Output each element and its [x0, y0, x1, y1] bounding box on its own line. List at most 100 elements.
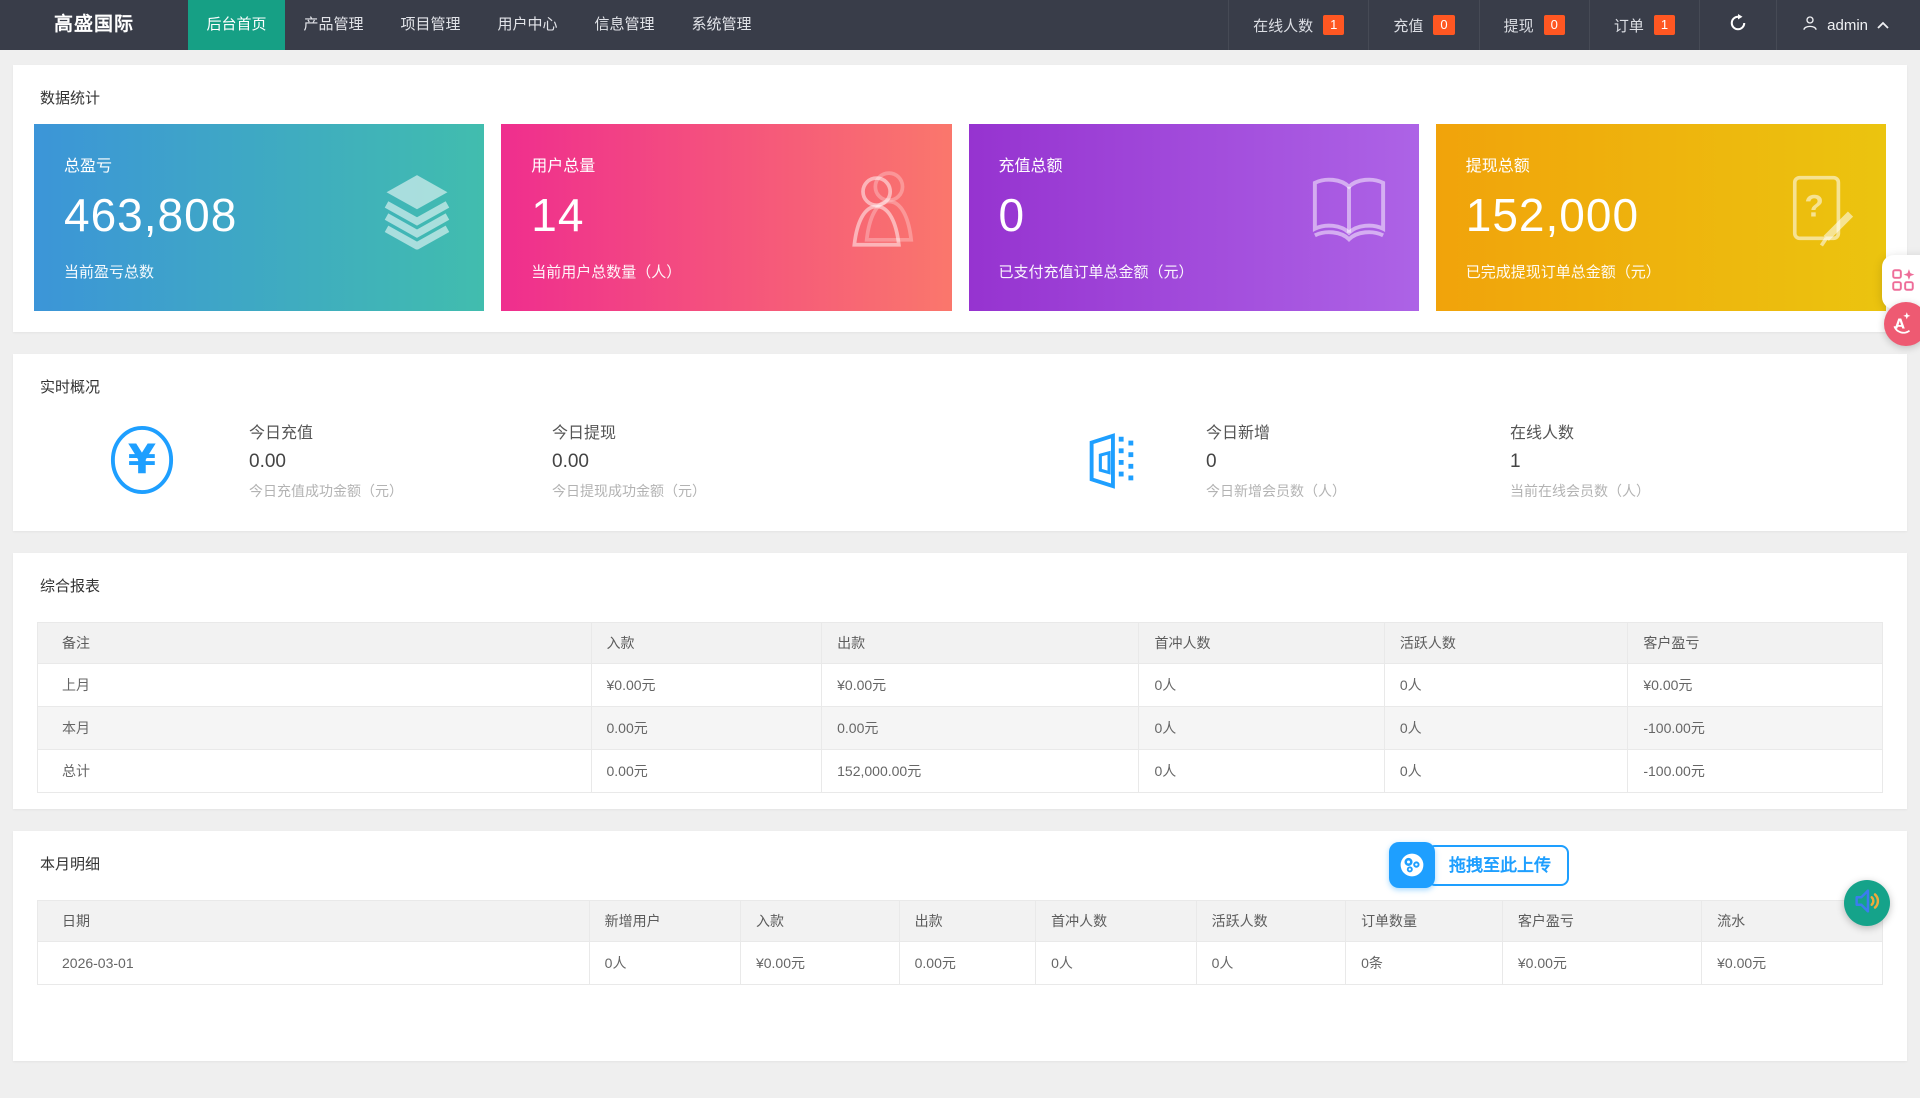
column-header: 活跃人数 — [1384, 623, 1628, 664]
table-cell: 0人 — [1139, 750, 1384, 793]
column-header: 订单数量 — [1346, 901, 1503, 942]
dashboard-content: 数据统计 总盈亏 463,808 当前盈亏总数 用户总量 14 — [0, 50, 1920, 1098]
nav-tab-users[interactable]: 用户中心 — [479, 0, 576, 50]
document-question-icon: ? — [1780, 170, 1858, 255]
stat-caption: 今日充值成功金额（元） — [249, 481, 552, 501]
stats-panel: 数据统计 总盈亏 463,808 当前盈亏总数 用户总量 14 — [13, 65, 1907, 332]
table-cell: 152,000.00元 — [822, 750, 1139, 793]
column-header: 备注 — [38, 623, 592, 664]
nav-tab-products[interactable]: 产品管理 — [285, 0, 382, 50]
status-recharge[interactable]: 充值 0 — [1368, 0, 1478, 50]
column-header: 客户盈亏 — [1628, 623, 1883, 664]
column-header: 出款 — [822, 623, 1139, 664]
status-withdraw[interactable]: 提现 0 — [1479, 0, 1589, 50]
table-cell: 0人 — [589, 942, 740, 985]
table-row: 2026-03-01 0人 ¥0.00元 0.00元 0人 0人 0条 ¥0.0… — [38, 942, 1883, 985]
yuan-circle-icon: ¥ — [34, 424, 249, 496]
extension-apps-widget[interactable] — [1882, 255, 1920, 309]
user-silhouette-icon — [844, 168, 924, 257]
table-cell: ¥0.00元 — [1628, 664, 1883, 707]
user-icon — [1801, 14, 1819, 36]
card-caption: 当前盈亏总数 — [64, 261, 454, 282]
table-cell: 0人 — [1384, 750, 1628, 793]
stat-card-total-users: 用户总量 14 当前用户总数量（人） — [501, 124, 951, 311]
table-cell: 0人 — [1196, 942, 1345, 985]
stat-caption: 今日提现成功金额（元） — [552, 481, 1016, 501]
apps-sparkle-icon — [1890, 267, 1916, 298]
stats-panel-title: 数据统计 — [13, 65, 1907, 124]
column-header: 活跃人数 — [1196, 901, 1345, 942]
status-badge: 0 — [1544, 15, 1565, 35]
user-menu[interactable]: admin — [1776, 0, 1920, 50]
svg-text:¥: ¥ — [127, 436, 155, 484]
table-cell: 总计 — [38, 750, 592, 793]
stat-label: 在线人数 — [1510, 419, 1886, 443]
table-cell: ¥0.00元 — [591, 664, 822, 707]
detail-panel-title: 本月明细 — [13, 831, 1907, 890]
table-row: 上月 ¥0.00元 ¥0.00元 0人 0人 ¥0.00元 — [38, 664, 1883, 707]
realtime-stat-online-members: 在线人数 1 当前在线会员数（人） — [1510, 419, 1886, 501]
column-header: 日期 — [38, 901, 590, 942]
stat-cards-row: 总盈亏 463,808 当前盈亏总数 用户总量 14 当前用户总数量（人） — [13, 124, 1907, 332]
status-orders[interactable]: 订单 1 — [1589, 0, 1699, 50]
table-cell: -100.00元 — [1628, 707, 1883, 750]
svg-text:?: ? — [1805, 187, 1824, 223]
upload-tooltip-text: 拖拽至此上传 — [1427, 845, 1569, 886]
table-cell: 0.00元 — [591, 750, 822, 793]
realtime-panel: 实时概况 ¥ 今日充值 0.00 今日充值成功金额（元） 今日提现 0.00 今… — [13, 354, 1907, 531]
stat-caption: 今日新增会员数（人） — [1206, 481, 1510, 501]
chevron-up-icon — [1876, 17, 1890, 34]
stat-value: 1 — [1510, 451, 1886, 473]
text-to-speech-button[interactable] — [1844, 880, 1890, 926]
table-cell: -100.00元 — [1628, 750, 1883, 793]
card-caption: 当前用户总数量（人） — [531, 261, 921, 282]
column-header: 首冲人数 — [1139, 623, 1384, 664]
stat-card-withdraw-total: 提现总额 152,000 已完成提现订单总金额（元） ? — [1436, 124, 1886, 311]
report-table: 备注 入款 出款 首冲人数 活跃人数 客户盈亏 上月 ¥0.00元 ¥0.00元… — [37, 622, 1883, 793]
table-cell: 本月 — [38, 707, 592, 750]
column-header: 客户盈亏 — [1502, 901, 1701, 942]
stat-card-recharge-total: 充值总额 0 已支付充值订单总金额（元） — [969, 124, 1419, 311]
table-header-row: 日期 新增用户 入款 出款 首冲人数 活跃人数 订单数量 客户盈亏 流水 — [38, 901, 1883, 942]
status-badge: 1 — [1654, 15, 1675, 35]
status-online-users[interactable]: 在线人数 1 — [1228, 0, 1368, 50]
building-dots-icon — [1016, 429, 1206, 491]
status-label: 订单 — [1614, 15, 1644, 36]
stat-caption: 当前在线会员数（人） — [1510, 481, 1886, 501]
speaker-icon — [1851, 885, 1883, 922]
stat-card-total-profit: 总盈亏 463,808 当前盈亏总数 — [34, 124, 484, 311]
nav-tab-messages[interactable]: 信息管理 — [576, 0, 673, 50]
nav-tab-dashboard[interactable]: 后台首页 — [188, 0, 285, 50]
stat-label: 今日新增 — [1206, 419, 1510, 443]
translate-widget[interactable]: A — [1884, 302, 1920, 346]
status-label: 提现 — [1504, 15, 1534, 36]
table-cell: 0条 — [1346, 942, 1503, 985]
translate-icon: A — [1890, 309, 1916, 340]
status-badge: 0 — [1433, 15, 1454, 35]
table-cell: 0.00元 — [591, 707, 822, 750]
main-menu: 后台首页 产品管理 项目管理 用户中心 信息管理 系统管理 — [188, 0, 770, 50]
table-cell: 0.00元 — [899, 942, 1036, 985]
table-cell: 0人 — [1036, 942, 1197, 985]
nav-tab-projects[interactable]: 项目管理 — [382, 0, 479, 50]
column-header: 新增用户 — [589, 901, 740, 942]
column-header: 出款 — [899, 901, 1036, 942]
username: admin — [1827, 17, 1868, 34]
layers-icon — [378, 171, 456, 254]
stat-value: 0.00 — [249, 451, 552, 473]
realtime-stat-new-members: 今日新增 0 今日新增会员数（人） — [1206, 419, 1510, 501]
table-cell: 2026-03-01 — [38, 942, 590, 985]
drag-upload-tooltip[interactable]: 拖拽至此上传 — [1389, 842, 1569, 888]
nav-tab-system[interactable]: 系统管理 — [673, 0, 770, 50]
table-cell: 0人 — [1139, 707, 1384, 750]
brand-logo: 高盛国际 — [0, 0, 188, 50]
table-header-row: 备注 入款 出款 首冲人数 活跃人数 客户盈亏 — [38, 623, 1883, 664]
table-cell: 上月 — [38, 664, 592, 707]
table-cell: 0人 — [1384, 707, 1628, 750]
report-panel-title: 综合报表 — [13, 553, 1907, 612]
refresh-button[interactable] — [1699, 0, 1776, 50]
table-cell: 0人 — [1384, 664, 1628, 707]
report-panel: 综合报表 备注 入款 出款 首冲人数 活跃人数 客户盈亏 上月 ¥0. — [13, 553, 1907, 809]
top-navbar: 高盛国际 后台首页 产品管理 项目管理 用户中心 信息管理 系统管理 在线人数 … — [0, 0, 1920, 50]
column-header: 入款 — [740, 901, 899, 942]
